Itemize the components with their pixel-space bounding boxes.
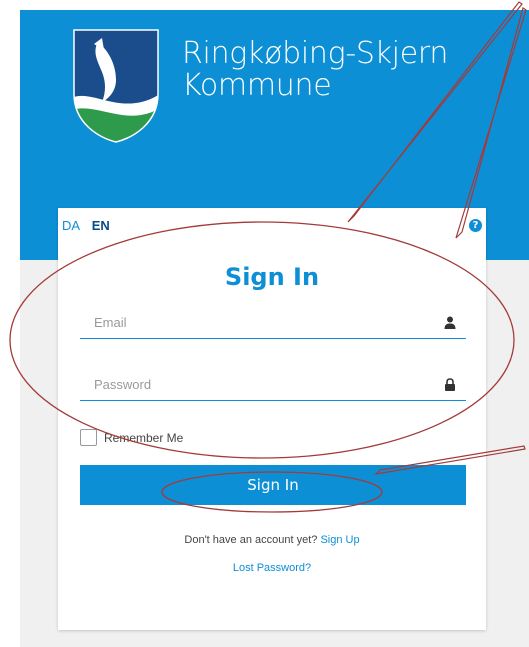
help-icon[interactable]: ? xyxy=(469,219,482,232)
lock-icon xyxy=(445,378,455,391)
coat-of-arms-logo xyxy=(73,29,159,143)
user-icon xyxy=(444,316,456,329)
signup-link[interactable]: Sign Up xyxy=(320,534,359,546)
password-field-wrapper xyxy=(80,370,466,401)
brand-line-1: Ringkøbing-Skjern xyxy=(182,36,449,71)
password-input[interactable] xyxy=(80,370,434,398)
brand-line-2: Kommune xyxy=(182,68,332,103)
language-en[interactable]: EN xyxy=(92,218,110,233)
remember-me-checkbox[interactable] xyxy=(80,429,97,446)
email-field-wrapper xyxy=(80,308,466,339)
signin-card: DA EN ? Sign In Remember Me Sign In Don'… xyxy=(58,208,486,630)
language-switcher: DA EN xyxy=(62,218,118,233)
remember-me-label: Remember Me xyxy=(104,430,184,445)
lost-password: Lost Password? xyxy=(58,562,486,574)
signup-prompt: Don't have an account yet? Sign Up xyxy=(58,534,486,546)
language-da[interactable]: DA xyxy=(62,218,80,233)
lost-password-link[interactable]: Lost Password? xyxy=(233,562,311,574)
no-account-text: Don't have an account yet? xyxy=(184,534,318,546)
signin-button[interactable]: Sign In xyxy=(80,465,466,505)
municipality-name: Ringkøbing-Skjern Kommune xyxy=(182,38,448,102)
remember-me[interactable]: Remember Me xyxy=(80,429,183,446)
signin-title: Sign In xyxy=(224,263,320,291)
email-input[interactable] xyxy=(80,308,434,336)
